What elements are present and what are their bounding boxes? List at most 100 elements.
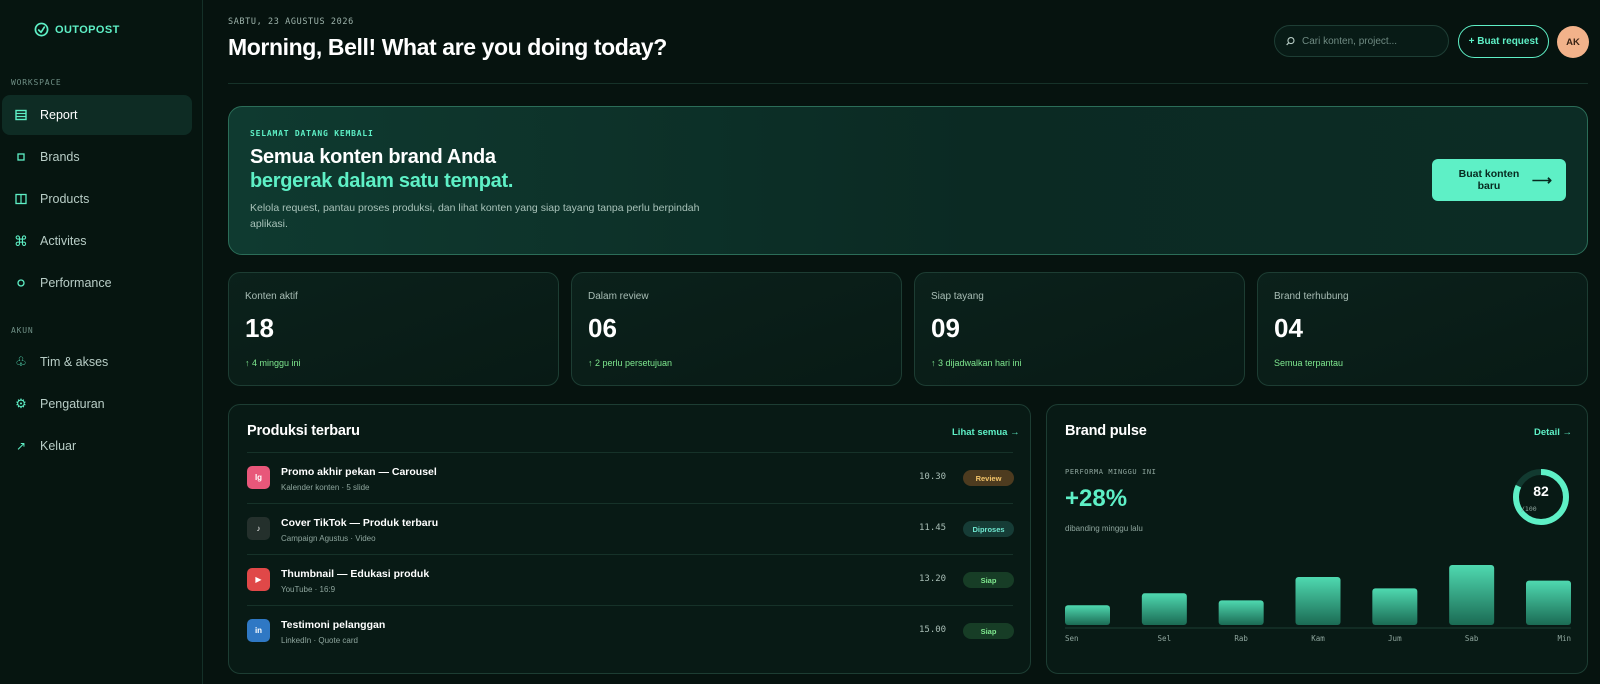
sidebar-item-label: Keluar [40, 439, 77, 453]
production-title: Produksi terbaru [247, 423, 360, 439]
sidebar-item-products[interactable]: Products [2, 179, 192, 219]
row-title: Cover TikTok — Produk terbaru [281, 517, 439, 529]
sidebar-item-activites[interactable]: ⌘ Activites [2, 221, 192, 261]
stat-value: 18 [245, 313, 274, 343]
header-date: SABTU, 23 AGUSTUS 2026 [228, 17, 354, 27]
row-time: 15.00 [919, 625, 947, 635]
score-value: 82 [1533, 483, 1549, 499]
stat-note: ↑ 4 minggu ini [245, 358, 301, 368]
row-title: Thumbnail — Edukasi produk [281, 568, 430, 580]
row-title: Testimoni pelanggan [281, 619, 386, 631]
chart-bar-rab [1218, 600, 1264, 625]
instagram-icon: Ig [247, 466, 270, 489]
search-icon [1286, 36, 1295, 45]
stat-card-brand-terhubung[interactable]: Brand terhubung 04 Semua terpantau [1257, 272, 1588, 386]
production-panel: Produksi terbaru Lihat semua → Ig Promo … [228, 404, 1031, 674]
stat-note: Semua terpantau [1274, 358, 1344, 368]
chart-tick-label: Sen [1065, 634, 1079, 643]
row-time: 10.30 [919, 472, 947, 482]
chart-tick-label: Sel [1158, 634, 1172, 643]
brand-pulse-title: Brand pulse [1065, 423, 1147, 439]
chart-tick-label: Kam [1311, 634, 1325, 643]
pulse-value: +28% [1065, 485, 1128, 512]
see-all-link[interactable]: Lihat semua → [952, 427, 1020, 438]
stat-value: 06 [588, 313, 617, 343]
chart-tick-label: Min [1557, 634, 1571, 643]
pulse-note: dibanding minggu lalu [1065, 524, 1143, 533]
create-content-button[interactable]: Buat konten baru ⟶ [1432, 159, 1566, 201]
welcome-kicker: SELAMAT DATANG KEMBALI [250, 129, 374, 138]
chart-bar-min [1526, 580, 1571, 625]
club-icon: ♧ [15, 354, 27, 369]
status-badge: Review [963, 470, 1014, 486]
search-input[interactable] [1302, 35, 1432, 47]
sidebar-item-label: Tim & akses [40, 355, 109, 369]
table-row[interactable]: ♪ Cover TikTok — Produk terbaru Campaign… [247, 503, 1014, 553]
sidebar-item-label: Pengaturan [40, 397, 105, 411]
chart-tick-label: Sab [1465, 634, 1479, 643]
nav-section-workspace: WORKSPACE [11, 78, 62, 87]
table-icon [14, 108, 28, 122]
youtube-icon: ▶ [247, 568, 270, 591]
gear-icon: ⚙ [15, 396, 27, 411]
chart-bar-sen [1065, 605, 1110, 625]
square-icon [14, 150, 28, 164]
header-divider [228, 83, 1588, 84]
stat-card-konten-aktif[interactable]: Konten aktif 18 ↑ 4 minggu ini [228, 272, 559, 386]
sidebar: OUTOPOST WORKSPACE Report Brands Product… [0, 0, 203, 684]
row-subtitle: LinkedIn · Quote card [281, 636, 358, 645]
row-time: 13.20 [919, 574, 947, 584]
sidebar-item-label: Activites [40, 234, 87, 248]
avatar[interactable]: AK [1557, 26, 1589, 58]
row-title: Promo akhir pekan — Carousel [281, 466, 437, 478]
sidebar-item-label: Report [40, 108, 78, 122]
row-subtitle: Campaign Agustus · Video [281, 534, 376, 543]
circle-icon [14, 276, 28, 290]
row-time: 11.45 [919, 523, 947, 533]
chart-bar-jum [1372, 588, 1418, 625]
sidebar-item-performance[interactable]: Performance [2, 263, 192, 303]
welcome-description: Kelola request, pantau proses produksi, … [250, 202, 700, 230]
table-row[interactable]: in Testimoni pelanggan LinkedIn · Quote … [247, 605, 1014, 655]
create-request-button[interactable]: + Buat request [1458, 25, 1549, 58]
search-box[interactable] [1274, 25, 1449, 57]
sidebar-item-brands[interactable]: Brands [2, 137, 192, 177]
detail-link[interactable]: Detail → [1534, 427, 1572, 438]
stat-note: ↑ 3 dijadwalkan hari ini [931, 358, 1022, 368]
sidebar-item-pengaturan[interactable]: ⚙ Pengaturan [2, 384, 192, 424]
sidebar-item-report[interactable]: Report [2, 95, 192, 135]
page-title: Morning, Bell! What are you doing today? [228, 34, 667, 60]
stat-value: 09 [931, 313, 960, 343]
chart-tick-label: Rab [1234, 634, 1248, 643]
welcome-title-accent: bergerak dalam satu tempat. [250, 170, 514, 192]
sidebar-item-keluar[interactable]: ↗ Keluar [2, 426, 192, 466]
logo-icon [34, 22, 49, 37]
columns-icon [14, 192, 28, 206]
chart-bar-kam [1295, 577, 1341, 625]
score-max: /100 [1521, 505, 1537, 513]
app-logo[interactable]: OUTOPOST [34, 22, 120, 37]
stat-value: 04 [1274, 313, 1303, 343]
table-row[interactable]: ▶ Thumbnail — Edukasi produk YouTube · 1… [247, 554, 1014, 604]
stat-card-siap-tayang[interactable]: Siap tayang 09 ↑ 3 dijadwalkan hari ini [914, 272, 1245, 386]
arrow-right-icon: ⟶ [1531, 171, 1552, 188]
command-icon: ⌘ [14, 232, 28, 249]
stat-label: Siap tayang [931, 291, 984, 302]
sidebar-item-label: Brands [40, 150, 80, 164]
pulse-kicker: PERFORMA MINGGU INI [1065, 468, 1157, 476]
stat-note: ↑ 2 perlu persetujuan [588, 358, 673, 368]
welcome-banner: SELAMAT DATANG KEMBALI Semua konten bran… [228, 106, 1588, 255]
linkedin-icon: in [247, 619, 270, 642]
chart-bar-sel [1141, 593, 1187, 625]
stat-label: Brand terhubung [1274, 291, 1349, 302]
stat-card-dalam-review[interactable]: Dalam review 06 ↑ 2 perlu persetujuan [571, 272, 902, 386]
table-row[interactable]: Ig Promo akhir pekan — Carousel Kalender… [247, 452, 1014, 502]
row-subtitle: Kalender konten · 5 slide [281, 483, 370, 492]
chart-bar-sab [1449, 565, 1495, 625]
weekly-bar-chart: Sen Sel Rab Kam Jum Sab Min [1065, 565, 1571, 643]
status-badge: Diproses [963, 521, 1014, 537]
status-badge: Siap [963, 572, 1014, 588]
arrow-out-icon: ↗ [15, 439, 27, 453]
sidebar-item-tim-akses[interactable]: ♧ Tim & akses [2, 342, 192, 382]
brand-pulse-panel: Brand pulse Detail → PERFORMA MINGGU INI… [1046, 404, 1588, 674]
